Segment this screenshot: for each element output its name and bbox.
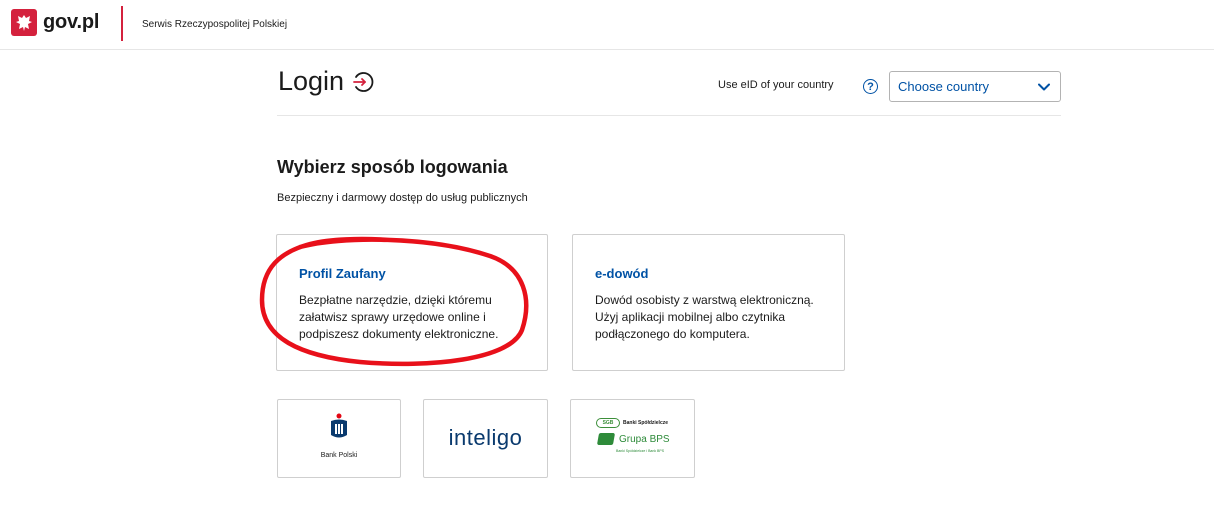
e-dowod-card[interactable]: e-dowód Dowód osobisty z warstwą elektro… — [572, 234, 845, 371]
pko-caption: Bank Polski — [320, 452, 358, 459]
bps-name: Grupa BPS — [619, 433, 670, 445]
inteligo-logo-text: inteligo — [448, 425, 523, 450]
page: gov.pl Serwis Rzeczypospolitej Polskiej … — [0, 0, 1214, 525]
logo-text: gov.pl — [43, 11, 100, 33]
bps-top-row: SGB Banki Spółdzielcze — [596, 418, 668, 428]
card-title: Profil Zaufany — [299, 266, 386, 281]
header-tagline: Serwis Rzeczypospolitej Polskiej — [142, 19, 288, 30]
site-header: gov.pl Serwis Rzeczypospolitej Polskiej — [0, 0, 1214, 50]
chevron-down-icon — [1038, 83, 1050, 90]
grupa-bps-logo: SGB Banki Spółdzielcze Grupa BPS Banki S… — [596, 418, 672, 458]
section-subtitle: Bezpieczny i darmowy dostęp do usług pub… — [277, 192, 528, 204]
bps-top-text: Banki Spółdzielcze — [623, 420, 669, 426]
eid-label: Use eID of your country — [718, 79, 834, 91]
profil-zaufany-card[interactable]: Profil Zaufany Bezpłatne narzędzie, dzię… — [276, 234, 548, 371]
section-title: Wybierz sposób logowania — [277, 157, 508, 177]
card-title: e-dowód — [595, 266, 649, 281]
inteligo-button[interactable]: inteligo — [423, 399, 548, 478]
grupa-bps-button[interactable]: SGB Banki Spółdzielcze Grupa BPS Banki S… — [570, 399, 695, 478]
help-icon[interactable]: ? — [863, 79, 878, 94]
login-title: Login — [278, 66, 345, 96]
top-divider — [277, 115, 1061, 116]
country-select-value: Choose country — [898, 79, 990, 94]
login-arrow-icon — [353, 71, 374, 92]
card-description: Dowód osobisty z warstwą elektroniczną. … — [595, 293, 814, 341]
header-divider — [121, 6, 123, 41]
pko-bank-polski-button[interactable]: Bank Polski — [277, 399, 401, 478]
sgb-badge: SGB — [596, 418, 620, 428]
bps-bottom-text: Banki Spółdzielcze i Bank BPS — [616, 449, 665, 453]
bps-mid-row: Grupa BPS — [596, 433, 670, 445]
polish-eagle-icon — [11, 9, 37, 36]
login-heading: Login — [278, 66, 376, 97]
card-description: Bezpłatne narzędzie, dzięki któremu zała… — [299, 293, 499, 341]
govpl-logo-link[interactable]: gov.pl — [11, 9, 99, 36]
pko-bp-logo-icon — [331, 413, 347, 438]
bps-mark-icon — [596, 433, 616, 445]
country-select[interactable]: Choose country — [889, 71, 1061, 102]
